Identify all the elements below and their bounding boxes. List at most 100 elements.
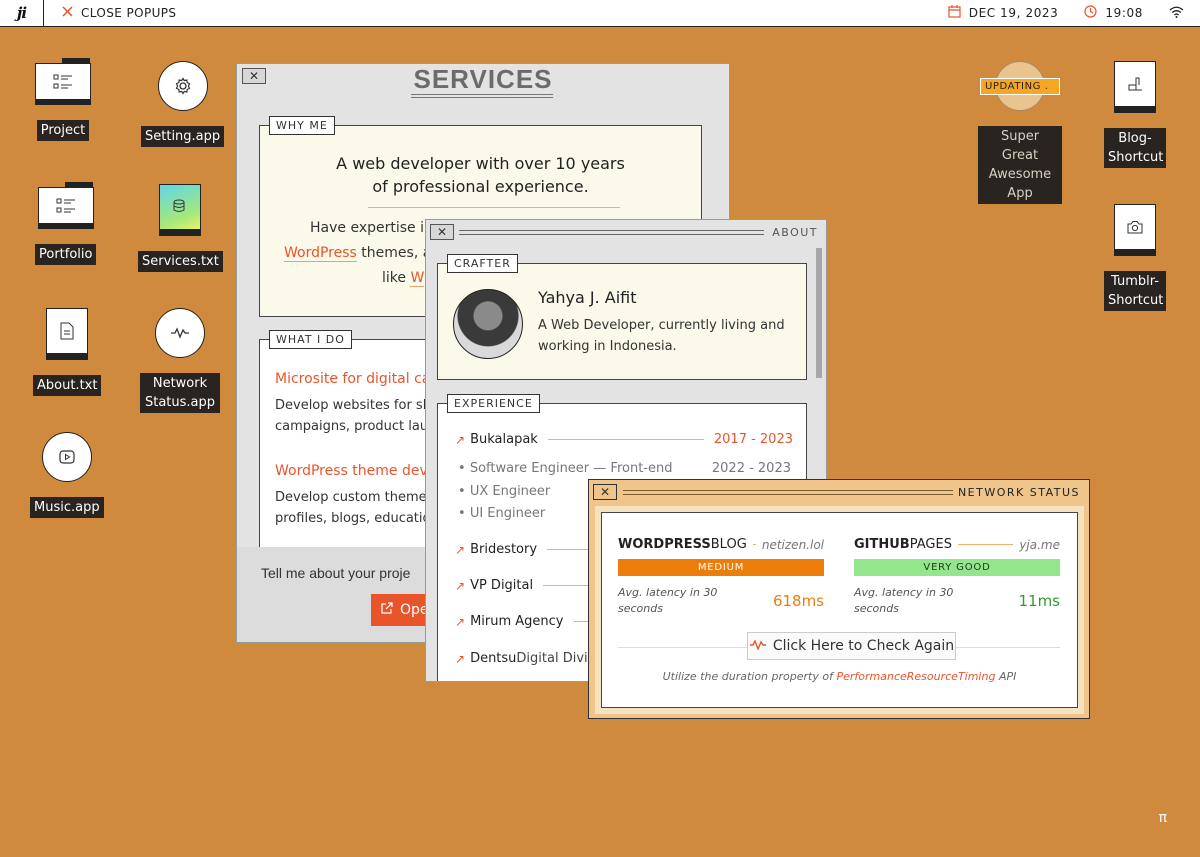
inline-link[interactable]: W bbox=[410, 270, 425, 287]
title-rule bbox=[459, 230, 764, 235]
desktop-icon-network-status[interactable]: Network Status.app bbox=[140, 308, 220, 413]
crafter-card: CRAFTER Yahya J. Aifit A Web Developer, … bbox=[437, 254, 807, 380]
experience-tag: EXPERIENCE bbox=[447, 394, 540, 413]
time-display: 19:08 bbox=[1105, 6, 1143, 20]
role-title: Software Engineer — Front-end bbox=[469, 461, 673, 476]
desktop-icon-label: Portfolio bbox=[35, 244, 97, 265]
document-icon bbox=[46, 308, 89, 360]
title-underline bbox=[411, 94, 553, 98]
window-title: ABOUT bbox=[772, 226, 818, 239]
pi-symbol[interactable]: π bbox=[1159, 810, 1167, 826]
job-row[interactable]: ↗ Bukalapak 2017 - 2023 bbox=[455, 432, 793, 447]
calendar-icon bbox=[948, 5, 961, 21]
site-logo[interactable]: ji bbox=[0, 0, 44, 27]
role-years: 2022 - 2023 bbox=[711, 461, 791, 476]
profile-bio-line: A Web Developer, currently living and bbox=[538, 318, 785, 333]
gear-icon bbox=[157, 61, 208, 111]
service-title-microsite[interactable]: Microsite for digital ca bbox=[275, 371, 430, 387]
role-title: UI Engineer bbox=[469, 506, 546, 521]
desktop-icon-label: Music.app bbox=[30, 497, 104, 518]
desktop-icon-super-app[interactable]: UPDATING . Super Great Awesome App bbox=[975, 61, 1065, 204]
wordpress-status: WORDPRESS BLOG netizen.lol MEDIUM Avg. l… bbox=[618, 537, 824, 617]
job-company: VP Digital bbox=[470, 578, 534, 593]
footnote-text: Utilize the duration property of bbox=[662, 670, 837, 683]
desktop-icon-project[interactable]: Project bbox=[35, 58, 91, 141]
wordpress-link[interactable]: WordPress bbox=[284, 245, 357, 262]
desktop-icon-blog[interactable]: Blog-Shortcut bbox=[1104, 61, 1166, 168]
wifi-icon[interactable] bbox=[1169, 6, 1184, 21]
database-doc-icon bbox=[159, 184, 202, 236]
latency-label: Avg. latency in 30 seconds bbox=[854, 586, 954, 615]
github-status: GITHUB PAGES yja.me VERY GOOD Avg. laten… bbox=[854, 537, 1060, 617]
site-name-rest: BLOG bbox=[710, 537, 747, 552]
service-desc-line: Develop websites for sh bbox=[275, 398, 431, 413]
check-again-button[interactable]: Click Here to Check Again bbox=[747, 632, 956, 660]
job-years: 2017 - 2023 bbox=[713, 432, 793, 447]
status-bar-medium: MEDIUM bbox=[618, 559, 824, 576]
latency-label: Avg. latency in 30 seconds bbox=[618, 586, 718, 615]
title-rule bbox=[623, 490, 953, 495]
role-title: UX Engineer bbox=[469, 484, 551, 499]
profile-bio-line: working in Indonesia. bbox=[538, 339, 677, 354]
desktop-icon-label: About.txt bbox=[33, 375, 102, 396]
site-host: yja.me bbox=[1019, 537, 1060, 552]
service-desc-line: Develop custom themes bbox=[275, 490, 434, 505]
clock-icon bbox=[1084, 5, 1098, 21]
site-host: netizen.lol bbox=[761, 537, 824, 552]
window-title: NETWORK STATUS bbox=[957, 486, 1080, 499]
date-display: DEC 19, 2023 bbox=[968, 6, 1059, 20]
role-row: • Software Engineer — Front-end bbox=[458, 461, 673, 476]
footnote-text: API bbox=[995, 670, 1017, 683]
latency-value: 11ms bbox=[1018, 592, 1060, 610]
job-company-suffix: Digital Divi bbox=[516, 651, 588, 666]
job-company: Bukalapak bbox=[470, 432, 538, 447]
desktop-icon-setting[interactable]: Setting.app bbox=[141, 61, 225, 147]
folder-icon bbox=[37, 182, 94, 229]
job-company: Mirum Agency bbox=[470, 614, 564, 629]
blog-shortcut-icon bbox=[1114, 61, 1156, 113]
what-i-do-tag: WHAT I DO bbox=[269, 330, 352, 349]
why-me-body-1: Have expertise in bbox=[310, 220, 433, 236]
service-title-wordpress[interactable]: WordPress theme deve bbox=[275, 463, 436, 479]
desktop-icon-label: Project bbox=[36, 120, 90, 141]
api-link[interactable]: PerformanceResourceTiming bbox=[836, 670, 995, 683]
status-bar-very-good: VERY GOOD bbox=[854, 559, 1060, 576]
external-link-icon: ↗ bbox=[455, 614, 466, 629]
job-row[interactable]: ↗ Dentsu Digital Divi bbox=[455, 651, 588, 666]
desktop-icon-label: Setting.app bbox=[141, 126, 225, 147]
crafter-tag: CRAFTER bbox=[447, 254, 518, 273]
why-me-tag: WHY ME bbox=[269, 116, 335, 135]
camera-icon bbox=[1114, 204, 1156, 256]
desktop-icon-music[interactable]: Music.app bbox=[30, 432, 104, 518]
role-row: • UI Engineer bbox=[458, 506, 546, 521]
why-me-body-2: themes, a bbox=[356, 245, 432, 261]
pulse-icon bbox=[749, 638, 767, 654]
external-link-icon: ↗ bbox=[455, 432, 466, 447]
external-link-icon: ↗ bbox=[455, 578, 466, 593]
network-status-window[interactable]: ✕ NETWORK STATUS WORDPRESS BLOG netizen.… bbox=[588, 479, 1090, 719]
folder-icon bbox=[35, 58, 91, 105]
play-icon bbox=[41, 432, 92, 482]
headline-line-1: A web developer with over 10 years bbox=[336, 154, 625, 173]
updating-badge: UPDATING . bbox=[980, 78, 1060, 95]
why-me-body-3: like bbox=[382, 270, 411, 286]
close-window-button[interactable]: ✕ bbox=[593, 484, 617, 500]
window-title: SERVICES bbox=[413, 64, 553, 94]
site-name: GITHUB bbox=[854, 537, 910, 552]
desktop-icon-about[interactable]: About.txt bbox=[33, 308, 102, 396]
desktop-icon-services[interactable]: Services.txt bbox=[138, 184, 223, 272]
scrollbar-thumb[interactable] bbox=[816, 248, 822, 378]
job-company: Dentsu bbox=[470, 651, 517, 666]
close-popups-button[interactable]: CLOSE POPUPS bbox=[62, 6, 176, 20]
desktop-icon-tumblr[interactable]: Tumblr-Shortcut bbox=[1104, 204, 1166, 311]
network-status-panel: WORDPRESS BLOG netizen.lol MEDIUM Avg. l… bbox=[595, 506, 1084, 714]
service-desc-line: profiles, blogs, educatio bbox=[275, 511, 431, 526]
avatar bbox=[453, 289, 523, 359]
desktop-icon-portfolio[interactable]: Portfolio bbox=[35, 182, 97, 265]
desktop-icon-label: Tumblr-Shortcut bbox=[1104, 271, 1166, 311]
menu-bar: ji CLOSE POPUPS DEC 19, 2023 19:08 bbox=[0, 0, 1200, 27]
close-window-button[interactable]: ✕ bbox=[430, 224, 454, 240]
close-icon bbox=[62, 6, 73, 20]
desktop-icon-label: Super Great Awesome App bbox=[978, 126, 1062, 204]
site-name-rest: PAGES bbox=[909, 537, 952, 552]
